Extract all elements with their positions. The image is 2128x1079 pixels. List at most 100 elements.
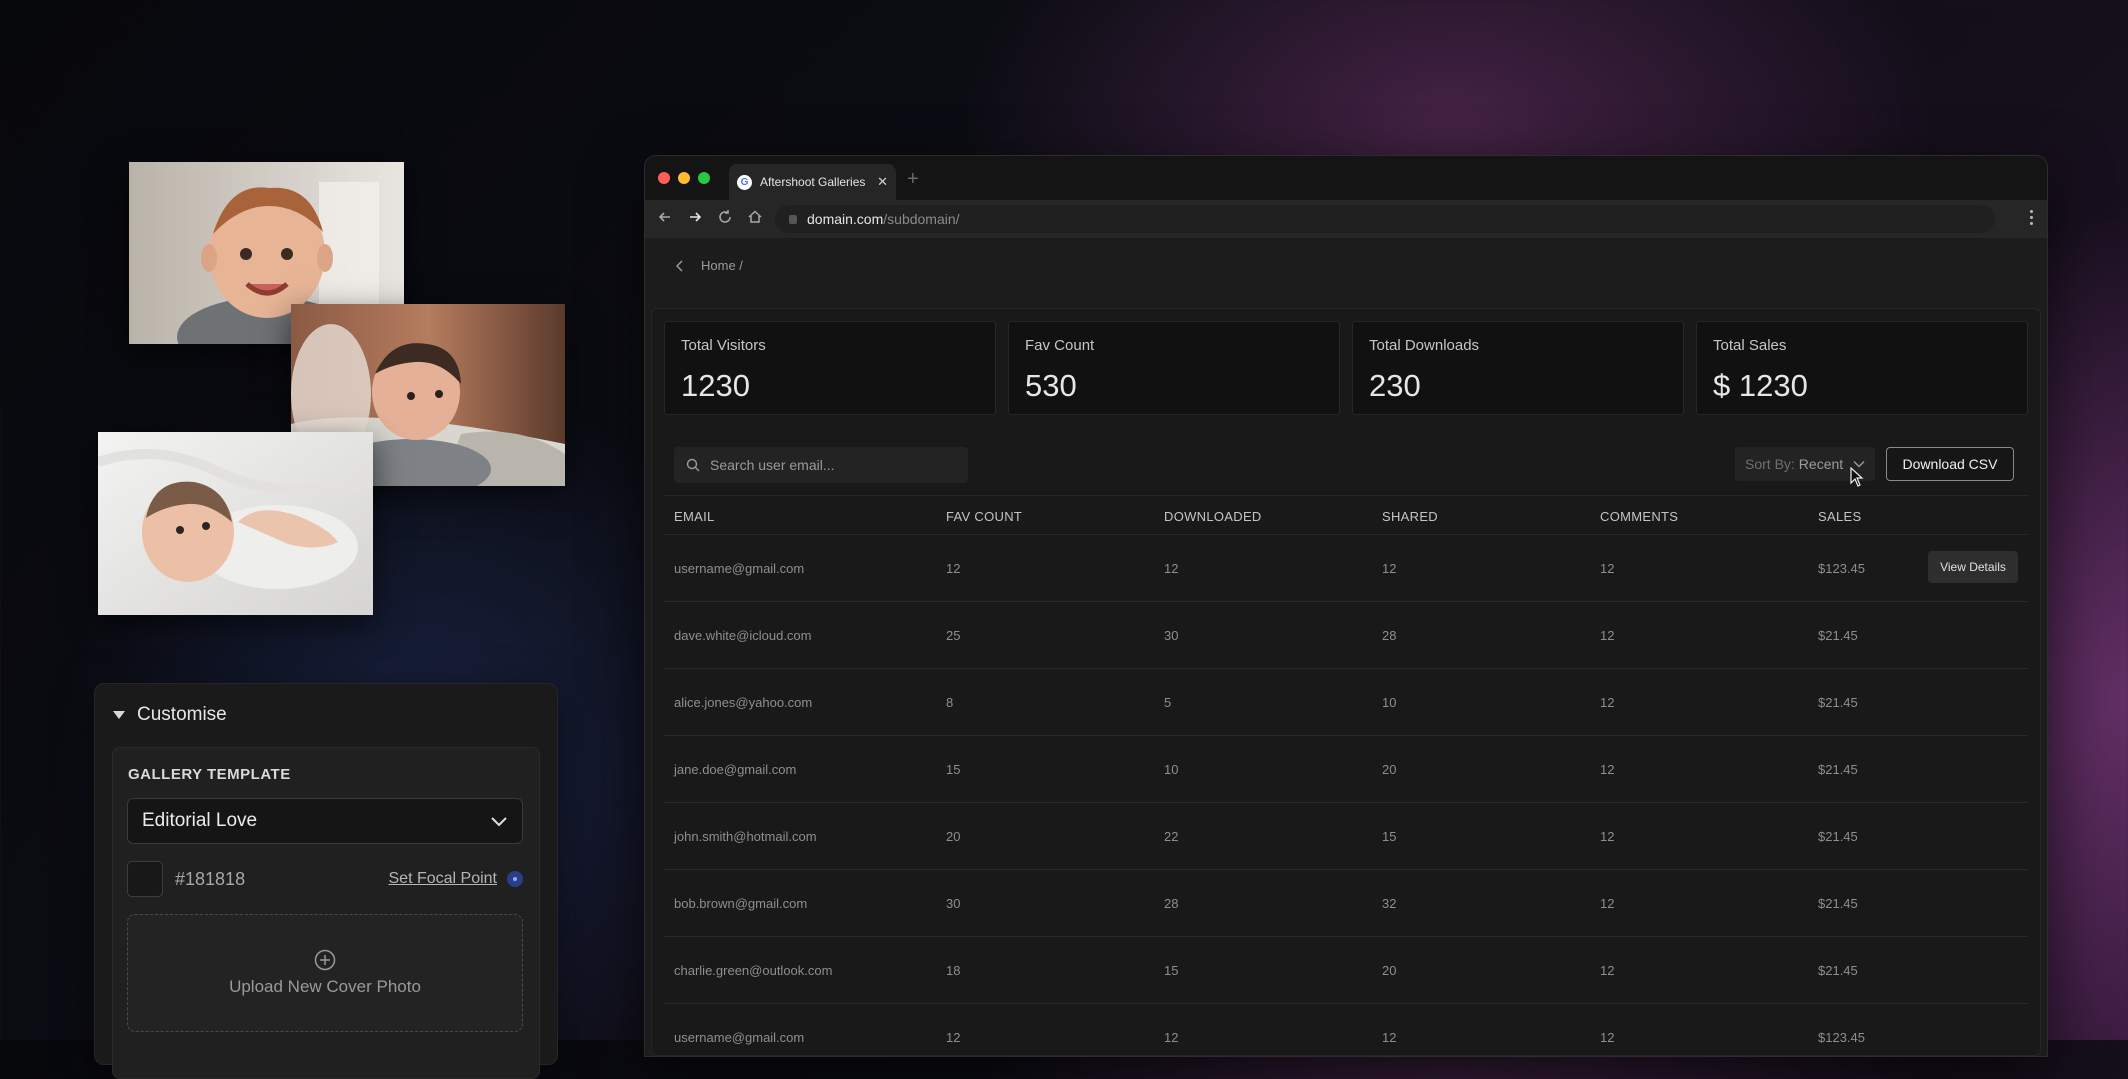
mouse-cursor-icon: [1850, 467, 1864, 487]
table-row[interactable]: username@gmail.com 12 12 12 12 $123.45: [664, 1004, 2028, 1056]
cell-comments: 12: [1600, 762, 1615, 777]
table-row[interactable]: john.smith@hotmail.com 20 22 15 12 $21.4…: [664, 803, 2028, 870]
search-icon: [686, 458, 700, 472]
reload-icon[interactable]: [717, 209, 733, 225]
breadcrumb-home[interactable]: Home /: [701, 258, 743, 273]
search-input[interactable]: Search user email...: [674, 447, 968, 483]
chevron-left-icon[interactable]: [675, 259, 685, 272]
view-details-button[interactable]: View Details: [1928, 551, 2018, 583]
color-row: #181818 Set Focal Point: [127, 860, 523, 898]
gallery-template-value: Editorial Love: [142, 810, 258, 831]
stat-card: Total Downloads 230: [1352, 321, 1684, 415]
cell-comments: 12: [1600, 695, 1615, 710]
cell-downloaded: 12: [1164, 1030, 1179, 1045]
cell-sales: $21.45: [1818, 963, 1858, 978]
analytics-panel: Total Visitors 1230 Fav Count 530 Total …: [651, 308, 2041, 1056]
col-comments: COMMENTS: [1600, 509, 1679, 524]
tab-strip: G Aftershoot Galleries ✕ +: [645, 156, 2047, 200]
download-csv-button[interactable]: Download CSV: [1886, 447, 2014, 481]
cell-sales: $21.45: [1818, 762, 1858, 777]
site-info-icon[interactable]: [789, 214, 797, 224]
customise-toggle[interactable]: Customise: [113, 704, 227, 726]
gallery-template-label: GALLERY TEMPLATE: [128, 766, 291, 783]
cell-email: charlie.green@outlook.com: [674, 963, 833, 978]
table-row[interactable]: username@gmail.com 12 12 12 12 $123.45 V…: [664, 535, 2028, 602]
browser-tab[interactable]: G Aftershoot Galleries ✕: [729, 164, 896, 200]
cell-fav-count: 30: [946, 896, 961, 911]
stat-label: Total Sales: [1713, 337, 1787, 354]
browser-menu-icon[interactable]: [2030, 210, 2033, 225]
table-row[interactable]: bob.brown@gmail.com 30 28 32 12 $21.45: [664, 870, 2028, 937]
minimize-window-button[interactable]: [678, 172, 690, 184]
close-tab-icon[interactable]: ✕: [877, 174, 888, 190]
focal-point-icon[interactable]: [507, 871, 523, 887]
cell-shared: 10: [1382, 695, 1397, 710]
table-row[interactable]: alice.jones@yahoo.com 8 5 10 12 $21.45: [664, 669, 2028, 736]
stat-label: Total Downloads: [1369, 337, 1480, 354]
cell-sales: $21.45: [1818, 896, 1858, 911]
new-tab-icon[interactable]: +: [907, 168, 919, 191]
cell-email: john.smith@hotmail.com: [674, 829, 817, 844]
cell-comments: 12: [1600, 628, 1615, 643]
cell-fav-count: 12: [946, 1030, 961, 1045]
cell-downloaded: 22: [1164, 829, 1179, 844]
maximize-window-button[interactable]: [698, 172, 710, 184]
home-icon[interactable]: [747, 209, 763, 225]
cell-comments: 12: [1600, 829, 1615, 844]
cell-sales: $21.45: [1818, 695, 1858, 710]
cell-shared: 20: [1382, 762, 1397, 777]
col-email: EMAIL: [674, 509, 715, 524]
table-header: EMAIL FAV COUNT DOWNLOADED SHARED COMMEN…: [664, 495, 2028, 535]
cell-email: username@gmail.com: [674, 1030, 805, 1045]
cell-shared: 12: [1382, 1030, 1397, 1045]
cell-comments: 12: [1600, 1030, 1615, 1045]
cell-downloaded: 12: [1164, 561, 1179, 576]
browser-toolbar: domain.com /subdomain/: [645, 200, 2047, 238]
close-window-button[interactable]: [658, 172, 670, 184]
set-focal-point-link[interactable]: Set Focal Point: [389, 870, 498, 888]
stat-card: Total Visitors 1230: [664, 321, 996, 415]
col-fav-count: FAV COUNT: [946, 509, 1023, 524]
color-swatch[interactable]: [127, 861, 163, 897]
table-row[interactable]: jane.doe@gmail.com 15 10 20 12 $21.45: [664, 736, 2028, 803]
stat-value: 530: [1025, 368, 1077, 403]
url-domain: domain.com: [807, 211, 884, 227]
stat-value: $ 1230: [1713, 368, 1808, 403]
forward-icon[interactable]: [687, 209, 703, 225]
col-sales: SALES: [1818, 509, 1862, 524]
cell-sales: $21.45: [1818, 829, 1858, 844]
cell-shared: 32: [1382, 896, 1397, 911]
customise-panel: Customise GALLERY TEMPLATE Editorial Lov…: [94, 683, 558, 1079]
table-row[interactable]: dave.white@icloud.com 25 30 28 12 $21.45: [664, 602, 2028, 669]
cell-email: alice.jones@yahoo.com: [674, 695, 813, 710]
cell-downloaded: 15: [1164, 963, 1179, 978]
stat-value: 1230: [681, 368, 750, 403]
sort-by-value: Recent: [1798, 456, 1844, 472]
upload-cover-dropzone[interactable]: Upload New Cover Photo: [127, 914, 523, 1032]
upload-cover-label: Upload New Cover Photo: [229, 977, 421, 996]
page-content: Home / Total Visitors 1230 Fav Count 530…: [645, 238, 2047, 1056]
customise-title: Customise: [137, 704, 227, 725]
color-hex-value[interactable]: #181818: [175, 869, 245, 890]
back-icon[interactable]: [657, 209, 673, 225]
col-shared: SHARED: [1382, 509, 1438, 524]
browser-window: G Aftershoot Galleries ✕ + domain.com /s…: [644, 155, 2048, 1057]
stat-card: Fav Count 530: [1008, 321, 1340, 415]
gallery-template-select[interactable]: Editorial Love: [127, 798, 523, 844]
stat-card: Total Sales $ 1230: [1696, 321, 2028, 415]
baby-photo-3: [98, 432, 373, 615]
table-row[interactable]: charlie.green@outlook.com 18 15 20 12 $2…: [664, 937, 2028, 1004]
stat-value: 230: [1369, 368, 1421, 403]
cell-shared: 20: [1382, 963, 1397, 978]
cell-fav-count: 20: [946, 829, 961, 844]
cell-comments: 12: [1600, 896, 1615, 911]
cell-fav-count: 12: [946, 561, 961, 576]
address-bar[interactable]: domain.com /subdomain/: [775, 205, 1995, 233]
tab-title: Aftershoot Galleries: [760, 175, 866, 189]
window-controls: [658, 172, 710, 184]
cell-downloaded: 5: [1164, 695, 1172, 710]
url-path: /subdomain/: [883, 211, 960, 227]
cell-fav-count: 25: [946, 628, 961, 643]
cell-sales: $123.45: [1818, 1030, 1865, 1045]
cell-downloaded: 10: [1164, 762, 1179, 777]
